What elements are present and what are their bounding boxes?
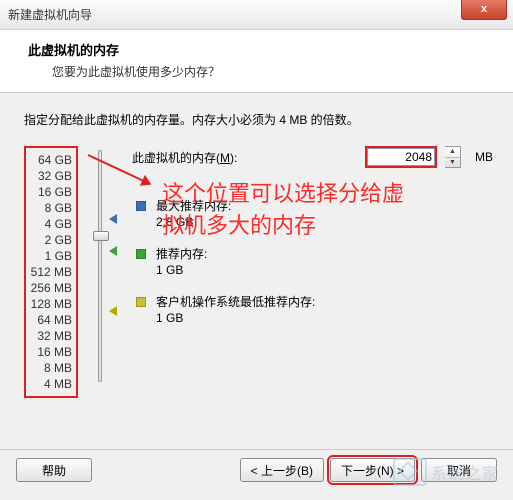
memory-input-wrap: 2048 — [365, 146, 437, 168]
memory-scale: 64 GB 32 GB 16 GB 8 GB 4 GB 2 GB 1 GB 51… — [24, 146, 78, 398]
slider-thumb[interactable] — [93, 231, 109, 241]
stepper-down-icon[interactable]: ▼ — [445, 158, 460, 168]
close-button[interactable]: x — [461, 0, 507, 20]
slider-track — [98, 150, 102, 382]
marker-rec-icon — [109, 246, 117, 256]
scale-tick: 64 GB — [30, 152, 72, 168]
wizard-body: 指定分配给此虚拟机的内存量。内存大小必须为 4 MB 的倍数。 64 GB 32… — [0, 93, 513, 408]
hint-label: 客户机操作系统最低推荐内存: — [156, 294, 315, 310]
memory-label: 此虚拟机的内存(M): — [132, 149, 237, 166]
cancel-button[interactable]: 取消 — [421, 458, 497, 482]
hint-label: 推荐内存: — [156, 246, 207, 262]
hint-value: 1 GB — [156, 310, 315, 326]
scale-tick: 4 GB — [30, 216, 72, 232]
wizard-footer: 帮助 < 上一步(B) 下一步(N) > 取消 — [0, 449, 513, 490]
scale-tick: 16 MB — [30, 344, 72, 360]
scale-tick: 512 MB — [30, 264, 72, 280]
hint-max: 最大推荐内存: 2.8 GB — [136, 198, 493, 230]
scale-tick: 8 GB — [30, 200, 72, 216]
scale-tick: 128 MB — [30, 296, 72, 312]
square-yellow-icon — [136, 297, 146, 307]
hint-min: 客户机操作系统最低推荐内存: 1 GB — [136, 294, 493, 326]
memory-stepper[interactable]: ▲ ▼ — [445, 146, 461, 168]
scale-tick: 16 GB — [30, 184, 72, 200]
memory-input-row: 此虚拟机的内存(M): 2048 ▲ ▼ MB — [132, 146, 493, 168]
scale-tick: 32 GB — [30, 168, 72, 184]
back-button[interactable]: < 上一步(B) — [240, 458, 324, 482]
titlebar: 新建虚拟机向导 x — [0, 0, 513, 30]
hint-value: 1 GB — [156, 262, 207, 278]
scale-tick: 32 MB — [30, 328, 72, 344]
stepper-up-icon[interactable]: ▲ — [445, 147, 460, 158]
memory-settings: 此虚拟机的内存(M): 2048 ▲ ▼ MB 最大推荐内存: 2.8 GB — [122, 146, 493, 398]
hint-value: 2.8 GB — [156, 214, 231, 230]
header-title: 此虚拟机的内存 — [28, 40, 493, 59]
marker-max-icon — [109, 214, 117, 224]
memory-slider[interactable] — [88, 146, 112, 398]
memory-unit: MB — [475, 150, 493, 164]
wizard-header: 此虚拟机的内存 您要为此虚拟机使用多少内存？ — [0, 30, 513, 93]
hint-rec: 推荐内存: 1 GB — [136, 246, 493, 278]
hint-label: 最大推荐内存: — [156, 198, 231, 214]
window-title: 新建虚拟机向导 — [8, 6, 92, 23]
square-green-icon — [136, 249, 146, 259]
square-blue-icon — [136, 201, 146, 211]
scale-tick: 4 MB — [30, 376, 72, 392]
help-button[interactable]: 帮助 — [16, 458, 92, 482]
next-button[interactable]: 下一步(N) > — [330, 458, 415, 482]
scale-tick: 2 GB — [30, 232, 72, 248]
close-icon: x — [481, 3, 487, 15]
instruction-text: 指定分配给此虚拟机的内存量。内存大小必须为 4 MB 的倍数。 — [24, 111, 493, 128]
scale-tick: 64 MB — [30, 312, 72, 328]
scale-tick: 256 MB — [30, 280, 72, 296]
marker-min-icon — [109, 306, 117, 316]
scale-tick: 8 MB — [30, 360, 72, 376]
scale-tick: 1 GB — [30, 248, 72, 264]
memory-input[interactable]: 2048 — [367, 148, 435, 166]
header-subtitle: 您要为此虚拟机使用多少内存？ — [28, 63, 493, 80]
